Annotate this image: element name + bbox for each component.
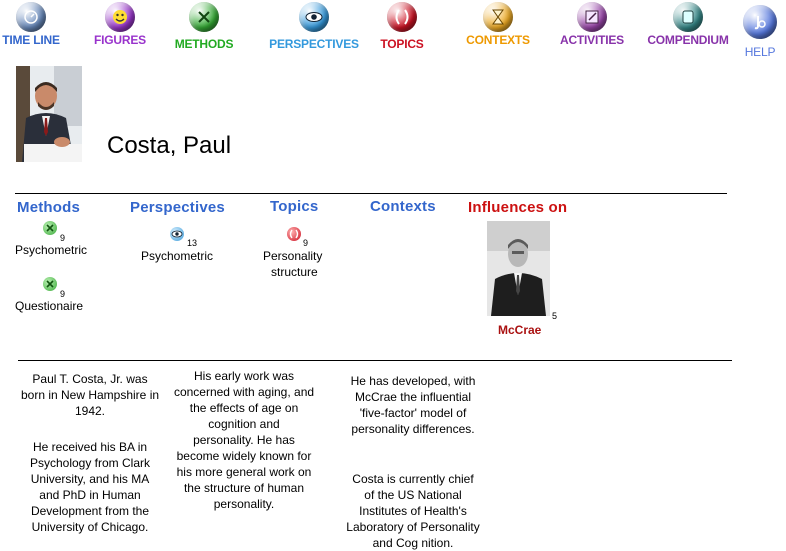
nav-contexts[interactable]: CONTEXTS	[453, 2, 543, 47]
bio-paragraph: His early work was concerned with aging, …	[166, 368, 322, 512]
bio-line: He has developed, with	[350, 374, 476, 388]
bio-paragraph: He received his BA in Psychology from Cla…	[20, 439, 160, 535]
bio-line: become widely known for	[176, 449, 312, 463]
influence-name: McCrae	[498, 323, 542, 337]
bio-line: 1942.	[74, 404, 106, 418]
bio-line: 'five-factor' model of	[359, 406, 467, 420]
contexts-heading: Contexts	[370, 198, 436, 215]
perspectives-icon	[299, 2, 329, 32]
bio-line: Paul T. Costa, Jr. was	[32, 372, 148, 386]
bio-line: McCrae the influential	[354, 390, 472, 404]
nav-label: TIME LINE	[2, 33, 60, 47]
divider-top	[15, 193, 727, 194]
bio-line: and Cog nition.	[372, 536, 454, 550]
topics-heading: Topics	[270, 198, 319, 215]
nav-activities[interactable]: ACTIVITIES	[547, 2, 637, 47]
nav-label: TOPICS	[380, 37, 424, 51]
methods-heading: Methods	[17, 199, 81, 216]
bio-line: personality differences.	[351, 422, 475, 436]
bio-line: and PhD in Human	[39, 488, 141, 502]
compendium-icon	[673, 2, 703, 32]
bio-line: concerned with aging, and	[173, 385, 315, 399]
person-name: Costa, Paul	[107, 132, 232, 159]
topic-label-line2: structure	[271, 265, 318, 279]
influence-count: 5	[552, 311, 558, 321]
bio-line: Laboratory of Personality	[346, 520, 480, 534]
bio-column-2: His early work was concerned with aging, …	[166, 368, 322, 512]
method-label: Psychometric	[15, 243, 88, 257]
activities-icon	[577, 2, 607, 32]
bio-line: personality. He has	[193, 433, 295, 447]
nav-time-line[interactable]: TIME LINE	[0, 2, 76, 47]
bio-line: of the US National	[364, 488, 462, 502]
nav-help[interactable]: HELP	[715, 5, 786, 59]
nav-label: ACTIVITIES	[559, 33, 624, 47]
timeline-icon	[16, 2, 46, 32]
bio-line: personality.	[213, 497, 275, 511]
nav-label: METHODS	[174, 37, 234, 51]
nav-perspectives[interactable]: PERSPECTIVES	[269, 2, 359, 51]
perspectives-heading: Perspectives	[130, 199, 225, 216]
contexts-icon	[483, 2, 513, 32]
topic-label-line1: Personality	[263, 249, 323, 263]
nav-figures[interactable]: FIGURES	[75, 2, 165, 47]
topic-count: 9	[303, 238, 309, 248]
methods-icon	[189, 2, 219, 32]
bio-line: University, and his MA	[30, 472, 150, 486]
methods-icon	[43, 221, 57, 235]
bio-paragraph: He has developed, with McCrae the influen…	[340, 373, 486, 437]
nav-label: FIGURES	[94, 33, 146, 47]
bio-line: his more general work on	[176, 465, 312, 479]
portrait-costa	[16, 66, 82, 162]
bio-line: Costa is currently chief	[352, 472, 474, 486]
method-label: Questionaire	[15, 299, 84, 313]
portrait-mccrae	[487, 221, 550, 316]
nav-label: HELP	[744, 45, 776, 59]
perspective-count: 13	[187, 238, 198, 248]
perspective-label: Psychometric	[141, 249, 214, 263]
nav-label: PERSPECTIVES	[269, 37, 359, 51]
bio-paragraph: Costa is currently chief of the US Nation…	[340, 471, 486, 551]
nav-topics[interactable]: TOPICS	[357, 2, 447, 51]
bio-line: University of Chicago.	[31, 520, 149, 534]
figures-icon	[105, 2, 135, 32]
bio-line: born in New Hampshire in	[20, 388, 160, 402]
topics-icon	[387, 2, 417, 32]
bio-line: Development from the	[30, 504, 150, 518]
perspectives-icon	[170, 227, 184, 241]
bio-line: Institutes of Health's	[359, 504, 467, 518]
bio-column-3: He has developed, with McCrae the influen…	[340, 373, 486, 551]
bio-line: His early work was	[193, 369, 295, 383]
bio-column-1: Paul T. Costa, Jr. was born in New Hampsh…	[20, 371, 160, 535]
bio-paragraph: Paul T. Costa, Jr. was born in New Hampsh…	[20, 371, 160, 419]
nav-methods[interactable]: METHODS	[159, 2, 249, 51]
bio-line: cognition and	[208, 417, 280, 431]
help-icon	[743, 5, 777, 39]
bio-line: Psychology from Clark	[29, 456, 151, 470]
bio-line: the structure of human	[183, 481, 305, 495]
bio-line: He received his BA in	[32, 440, 148, 454]
nav-label: CONTEXTS	[466, 33, 530, 47]
divider-bottom	[18, 360, 732, 361]
bio-line: the effects of age on	[189, 401, 299, 415]
topics-icon	[287, 227, 301, 241]
influences-heading: Influences on	[468, 199, 568, 216]
methods-icon	[43, 277, 57, 291]
